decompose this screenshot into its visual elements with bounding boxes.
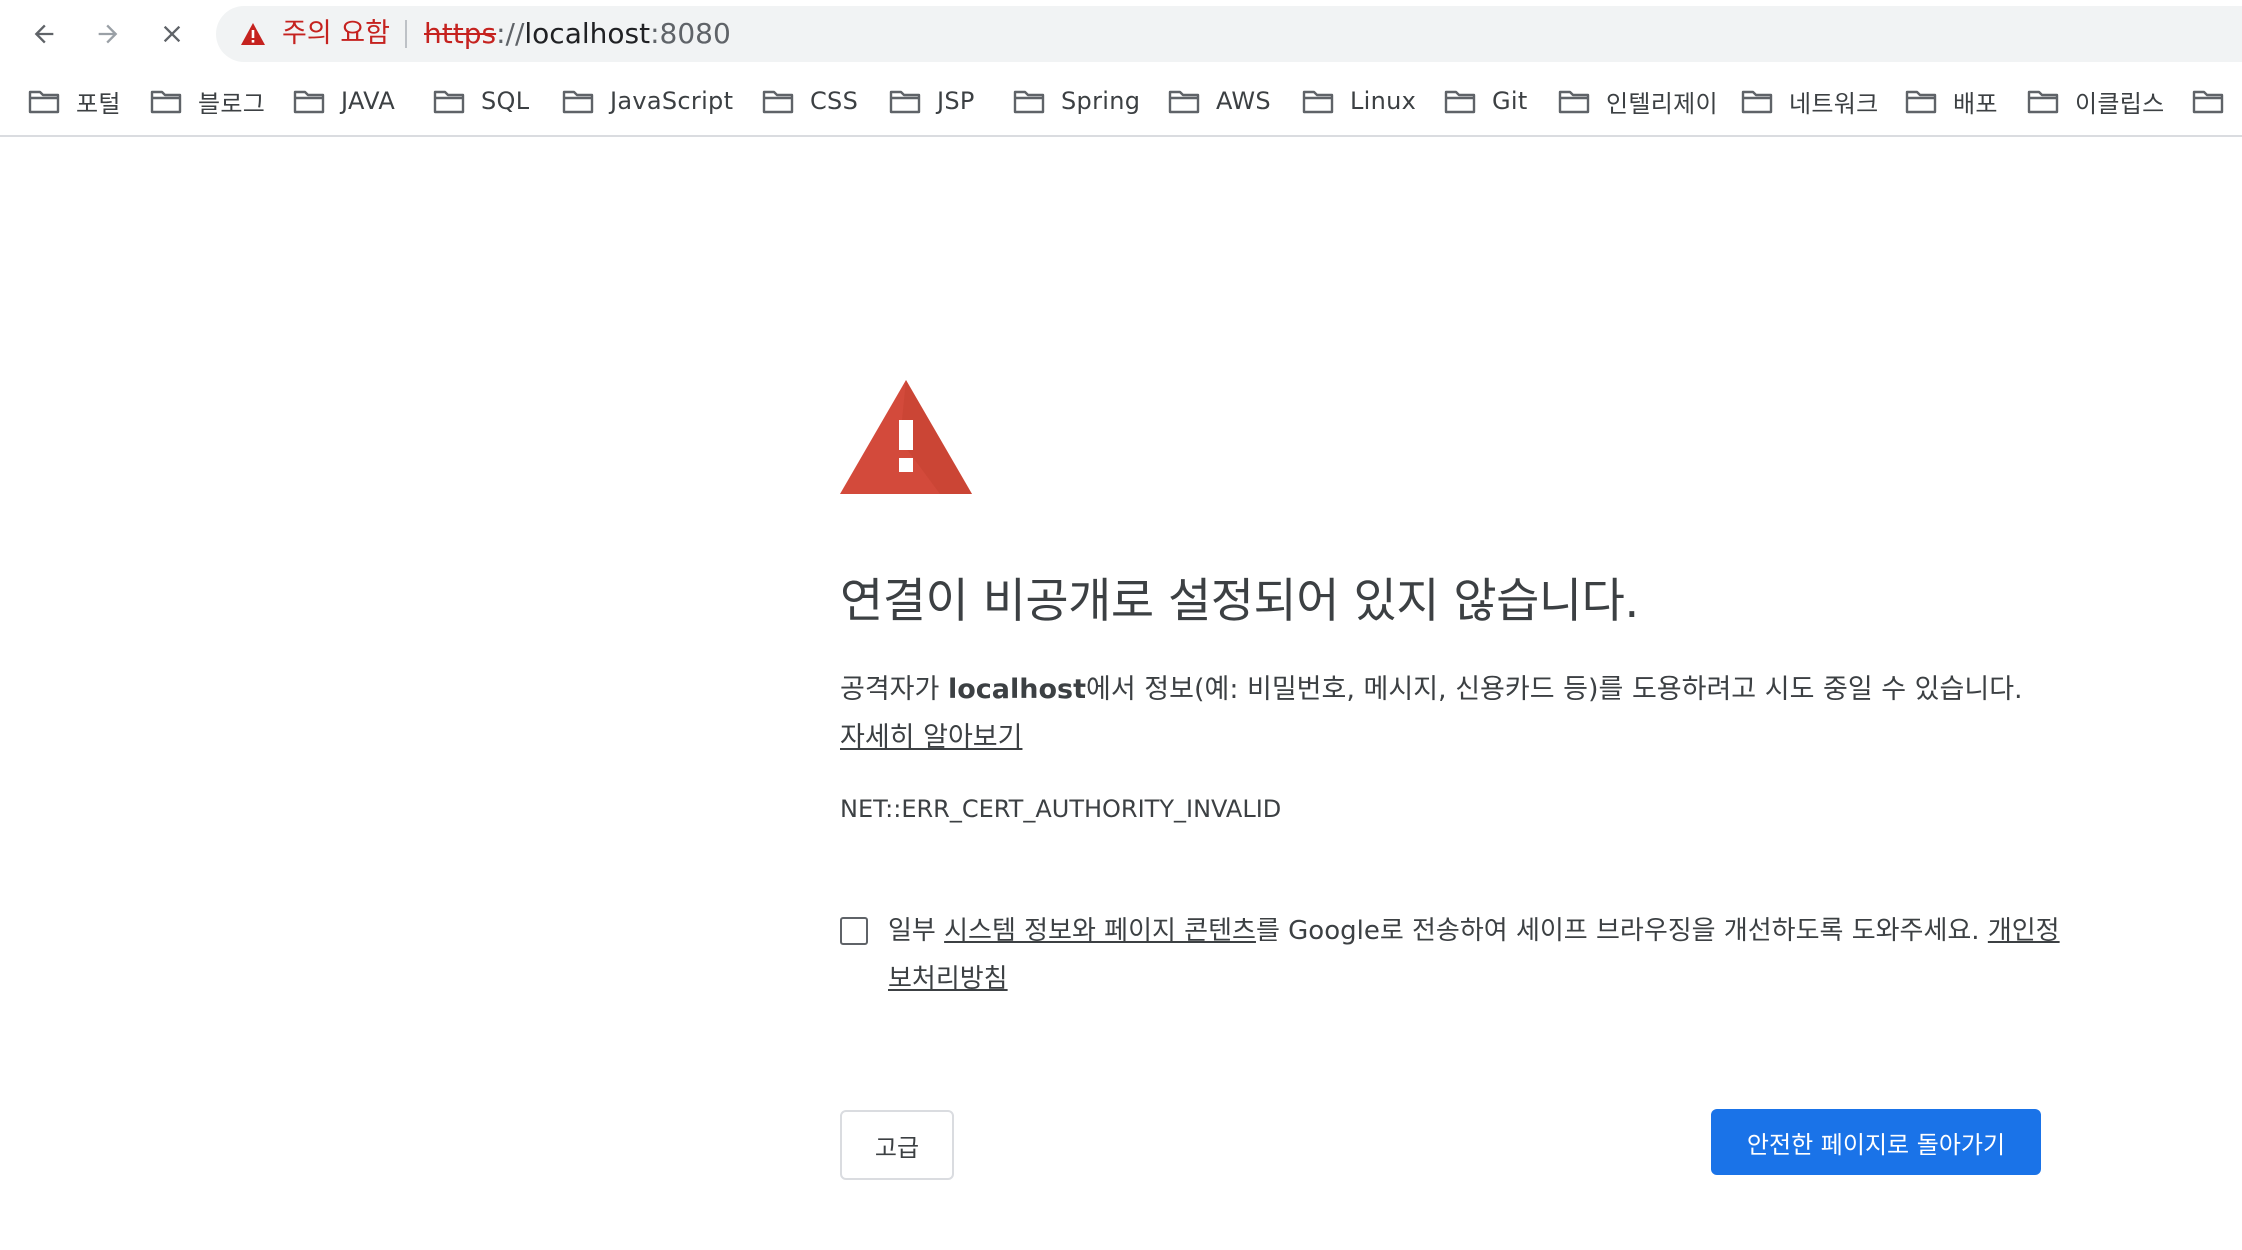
close-icon bbox=[163, 25, 181, 43]
bookmark-label: 인텔리제이 bbox=[1606, 89, 1718, 118]
folder-icon bbox=[1741, 90, 1773, 114]
folder-icon bbox=[889, 90, 921, 114]
address-bar[interactable]: 주의 요함 https://localhost:8080 bbox=[216, 6, 2242, 62]
optin-text: 일부 시스템 정보와 페이지 콘텐츠를 Google로 전송하여 세이프 브라우… bbox=[888, 907, 2068, 1003]
warning-triangle-icon bbox=[840, 380, 972, 494]
bookmark-folder-intellij[interactable]: 인텔리제이 bbox=[1558, 80, 1718, 122]
folder-icon bbox=[150, 90, 182, 114]
bookmark-label: Linux bbox=[1350, 87, 1417, 115]
bookmark-folder-linux[interactable]: Linux bbox=[1302, 80, 1416, 122]
bookmark-label: 포털 bbox=[76, 89, 121, 118]
url-scheme: https bbox=[424, 17, 497, 50]
bookmark-folder-network[interactable]: 네트워크 bbox=[1741, 80, 1879, 122]
bookmark-folder-aws[interactable]: AWS bbox=[1168, 80, 1271, 122]
bookmark-label: AWS bbox=[1216, 87, 1271, 115]
folder-icon bbox=[762, 90, 794, 114]
explanation-prefix: 공격자가 bbox=[840, 674, 948, 705]
folder-icon bbox=[1558, 90, 1590, 114]
learn-more-link[interactable]: 자세히 알아보기 bbox=[840, 722, 1022, 753]
bookmark-label: Spring bbox=[1061, 87, 1141, 115]
optin-prefix: 일부 bbox=[888, 916, 945, 946]
bookmark-label: JavaScript bbox=[610, 87, 734, 115]
forward-button[interactable] bbox=[86, 12, 130, 56]
arrow-left-icon bbox=[34, 24, 54, 44]
folder-icon bbox=[1013, 90, 1045, 114]
bookmark-folder-git[interactable]: Git bbox=[1444, 80, 1528, 122]
bookmark-label: JAVA bbox=[341, 87, 396, 115]
omnibox-divider bbox=[405, 20, 407, 48]
bookmark-folder-spring[interactable]: Spring bbox=[1013, 80, 1140, 122]
folder-icon bbox=[293, 90, 325, 114]
folder-icon bbox=[1905, 90, 1937, 114]
bookmark-folder-portal[interactable]: 포털 bbox=[28, 80, 121, 122]
bookmark-label: JSP bbox=[937, 87, 975, 115]
safe-browsing-optin-checkbox[interactable] bbox=[840, 917, 868, 945]
bookmark-folder-jsp[interactable]: JSP bbox=[889, 80, 975, 122]
arrow-right-icon bbox=[98, 24, 118, 44]
bookmark-folder-javascript[interactable]: JavaScript bbox=[562, 80, 733, 122]
error-code[interactable]: NET::ERR_CERT_AUTHORITY_INVALID bbox=[840, 792, 1281, 826]
url-text[interactable]: https://localhost:8080 bbox=[424, 16, 731, 52]
back-to-safety-button[interactable]: 안전한 페이지로 돌아가기 bbox=[1711, 1109, 2041, 1175]
folder-icon bbox=[1168, 90, 1200, 114]
url-separator: :// bbox=[496, 17, 525, 50]
folder-icon bbox=[2192, 90, 2224, 114]
explanation-suffix: 에서 정보(예: 비밀번호, 메시지, 신용카드 등)를 도용하려고 시도 중일… bbox=[1086, 674, 2023, 705]
bookmarks-bar: 포털 블로그 JAVA SQL JavaScript CSS JSP Sprin… bbox=[0, 68, 2242, 137]
folder-icon bbox=[2027, 90, 2059, 114]
url-host: localhost bbox=[524, 17, 651, 50]
back-button[interactable] bbox=[22, 12, 66, 56]
bookmark-label: 배포 bbox=[1953, 89, 1998, 118]
advanced-button[interactable]: 고급 bbox=[840, 1110, 954, 1180]
bookmark-label: Git bbox=[1492, 87, 1528, 115]
optin-middle: 를 Google로 전송하여 세이프 브라우징을 개선하도록 도와주세요. bbox=[1255, 916, 1988, 946]
page-title: 연결이 비공개로 설정되어 있지 않습니다. bbox=[840, 574, 1639, 629]
error-explanation: 공격자가 localhost에서 정보(예: 비밀번호, 메시지, 신용카드 등… bbox=[840, 666, 2045, 762]
bookmark-label: CSS bbox=[810, 87, 859, 115]
bookmark-label: SQL bbox=[481, 87, 530, 115]
bookmark-folder-eclipse[interactable]: 이클립스 bbox=[2027, 80, 2165, 122]
system-info-link[interactable]: 시스템 정보와 페이지 콘텐츠 bbox=[944, 916, 1256, 946]
url-port: :8080 bbox=[650, 17, 731, 50]
warning-triangle-icon[interactable] bbox=[240, 22, 266, 46]
stop-loading-button[interactable] bbox=[150, 12, 194, 56]
explanation-host: localhost bbox=[947, 674, 1086, 705]
folder-icon bbox=[1302, 90, 1334, 114]
bookmark-label: 네트워크 bbox=[1789, 89, 1879, 118]
bookmark-folder-sql[interactable]: SQL bbox=[433, 80, 529, 122]
bookmark-label: 이클립스 bbox=[2075, 89, 2165, 118]
bookmark-folder-deploy[interactable]: 배포 bbox=[1905, 80, 1998, 122]
folder-icon bbox=[562, 90, 594, 114]
bookmark-folder-java[interactable]: JAVA bbox=[293, 80, 395, 122]
bookmark-label: 블로그 bbox=[198, 89, 266, 118]
security-status-label[interactable]: 주의 요함 bbox=[282, 16, 390, 52]
folder-icon bbox=[1444, 90, 1476, 114]
bookmark-folder-overflow[interactable] bbox=[2192, 80, 2240, 122]
folder-icon bbox=[28, 90, 60, 114]
folder-icon bbox=[433, 90, 465, 114]
browser-toolbar: 주의 요함 https://localhost:8080 bbox=[0, 0, 2242, 68]
bookmark-folder-css[interactable]: CSS bbox=[762, 80, 858, 122]
bookmark-folder-blog[interactable]: 블로그 bbox=[150, 80, 265, 122]
